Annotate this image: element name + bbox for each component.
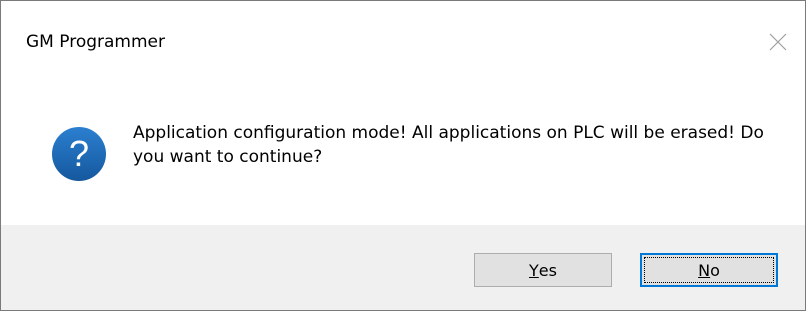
window-title: GM Programmer	[26, 32, 165, 52]
message-area: ? Application configuration mode! All ap…	[1, 89, 805, 225]
button-bar: Yes No	[1, 225, 805, 310]
close-icon	[769, 33, 787, 51]
no-button-accelerator: N	[698, 260, 711, 280]
yes-button-label: es	[538, 260, 557, 280]
no-button[interactable]: No	[640, 253, 778, 287]
svg-text:?: ?	[69, 133, 89, 174]
question-icon: ?	[50, 125, 108, 183]
title-bar: GM Programmer	[1, 1, 805, 89]
yes-button-accelerator: Y	[529, 260, 539, 280]
yes-button[interactable]: Yes	[474, 253, 612, 287]
no-button-label: o	[710, 260, 720, 280]
close-button[interactable]	[761, 25, 795, 59]
message-box-dialog: GM Programmer ? Application configuratio	[0, 0, 806, 311]
message-text: Application configuration mode! All appl…	[133, 123, 764, 167]
